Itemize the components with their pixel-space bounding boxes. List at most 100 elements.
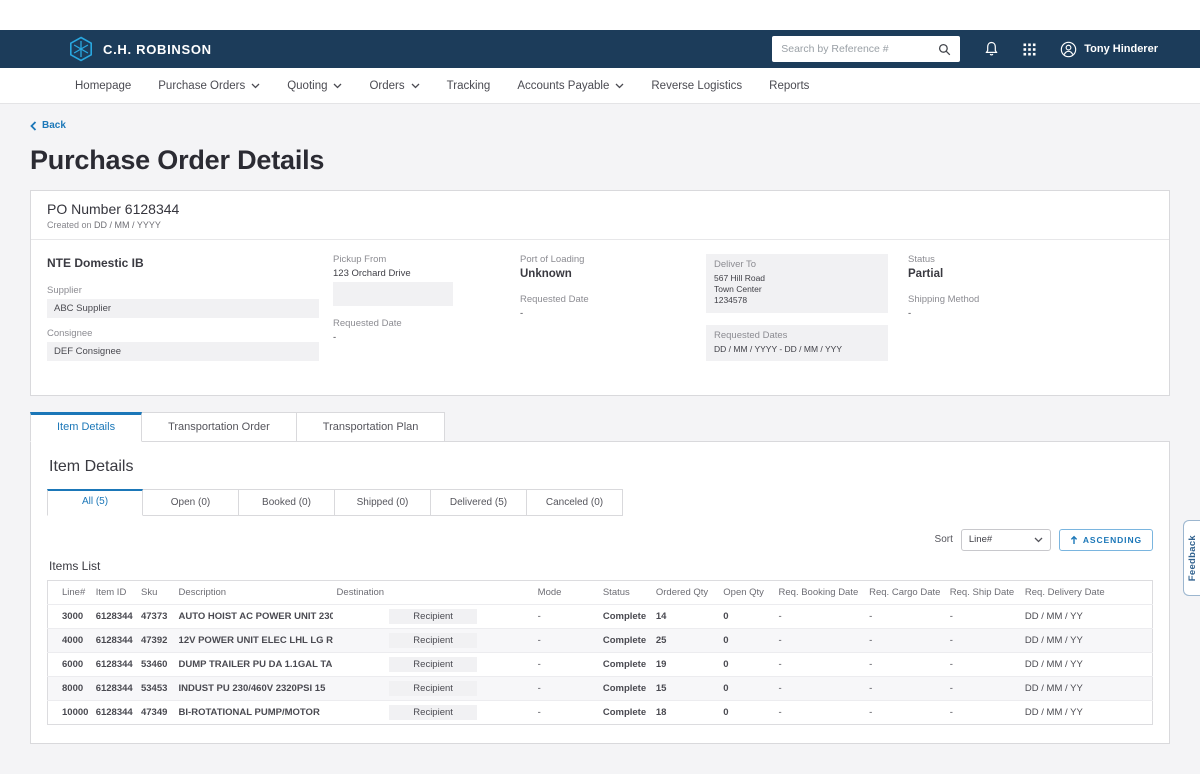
table-cell: - bbox=[534, 700, 599, 724]
table-cell: 6128344 bbox=[92, 676, 137, 700]
chevron-down-icon bbox=[615, 83, 624, 89]
table-cell: - bbox=[865, 604, 946, 628]
table-cell: AUTO HOIST AC POWER UNIT 230V bbox=[175, 604, 333, 628]
table-row: 6000612834453460DUMP TRAILER PU DA 1.1GA… bbox=[48, 652, 1153, 676]
table-cell: 3000 bbox=[48, 604, 92, 628]
filter-tab-open[interactable]: Open (0) bbox=[143, 489, 239, 516]
filter-tab-booked[interactable]: Booked (0) bbox=[239, 489, 335, 516]
filter-tab-canceled[interactable]: Canceled (0) bbox=[527, 489, 623, 516]
table-row: 8000612834453453INDUST PU 230/460V 2320P… bbox=[48, 676, 1153, 700]
nav-orders[interactable]: Orders bbox=[369, 80, 419, 92]
back-link[interactable]: Back bbox=[30, 120, 66, 131]
requested-dates-value: DD / MM / YYYY - DD / MM / YYY bbox=[714, 344, 880, 355]
status-filter-tabs: All (5) Open (0) Booked (0) Shipped (0) … bbox=[47, 489, 1153, 516]
pickup-from-value: 123 Orchard Drive bbox=[333, 268, 520, 279]
table-cell: 0 bbox=[719, 700, 774, 724]
pickup-requested-date-label: Requested Date bbox=[333, 318, 520, 329]
nav-quoting[interactable]: Quoting bbox=[287, 80, 342, 92]
shipping-method-label: Shipping Method bbox=[908, 294, 1153, 305]
table-cell: 15 bbox=[652, 676, 719, 700]
supplier-label: Supplier bbox=[47, 285, 333, 296]
search-icon[interactable] bbox=[938, 43, 951, 56]
table-cell: - bbox=[946, 676, 1021, 700]
table-cell: 6128344 bbox=[92, 652, 137, 676]
nav-reverse-logistics[interactable]: Reverse Logistics bbox=[651, 80, 742, 92]
table-cell: Complete bbox=[599, 604, 652, 628]
arrow-up-icon bbox=[1070, 535, 1078, 545]
table-cell: 0 bbox=[719, 652, 774, 676]
order-type: NTE Domestic IB bbox=[47, 256, 333, 270]
items-list-title: Items List bbox=[49, 559, 1153, 573]
pickup-requested-date-value: - bbox=[333, 332, 520, 343]
sort-select[interactable]: Line# bbox=[961, 529, 1051, 551]
table-cell: Complete bbox=[599, 676, 652, 700]
notifications-bell-icon[interactable] bbox=[984, 41, 999, 57]
chevron-down-icon bbox=[251, 83, 260, 89]
table-cell: - bbox=[946, 628, 1021, 652]
reference-search bbox=[772, 36, 960, 62]
column-header: Status bbox=[599, 580, 652, 604]
chevron-left-icon bbox=[30, 121, 37, 131]
nav-purchase-orders[interactable]: Purchase Orders bbox=[158, 80, 260, 92]
po-number: PO Number 6128344 bbox=[47, 201, 1153, 217]
po-created-on: Created on DD / MM / YYYY bbox=[47, 220, 1153, 230]
nav-tracking[interactable]: Tracking bbox=[447, 80, 491, 92]
table-cell: 18 bbox=[652, 700, 719, 724]
table-cell: DD / MM / YY bbox=[1021, 628, 1153, 652]
deliver-to-block: Deliver To 567 Hill Road Town Center 123… bbox=[706, 254, 888, 313]
table-cell: Complete bbox=[599, 652, 652, 676]
user-avatar-icon bbox=[1060, 41, 1077, 58]
column-header: Destination bbox=[333, 580, 534, 604]
po-pickup-column: Pickup From 123 Orchard Drive Requested … bbox=[333, 254, 520, 371]
search-input[interactable] bbox=[781, 43, 938, 55]
table-cell: 14 bbox=[652, 604, 719, 628]
status-value: Partial bbox=[908, 268, 1153, 280]
filter-tab-shipped[interactable]: Shipped (0) bbox=[335, 489, 431, 516]
sort-direction-button[interactable]: ASCENDING bbox=[1059, 529, 1153, 551]
nav-reports[interactable]: Reports bbox=[769, 80, 809, 92]
table-cell: 6128344 bbox=[92, 604, 137, 628]
consignee-label: Consignee bbox=[47, 328, 333, 339]
apps-grid-icon[interactable] bbox=[1023, 43, 1036, 56]
table-cell: 0 bbox=[719, 604, 774, 628]
table-cell: Recipient bbox=[333, 652, 534, 676]
table-cell: 12V POWER UNIT ELEC LHL LG RES bbox=[175, 628, 333, 652]
filter-tab-all[interactable]: All (5) bbox=[47, 489, 143, 516]
destination-value: Recipient bbox=[389, 657, 477, 672]
table-cell: - bbox=[534, 604, 599, 628]
po-status-column: Status Partial Shipping Method - bbox=[908, 254, 1153, 371]
chevron-down-icon bbox=[333, 83, 342, 89]
table-cell: 6128344 bbox=[92, 700, 137, 724]
user-menu[interactable]: Tony Hinderer bbox=[1060, 41, 1158, 58]
table-row: 3000612834447373AUTO HOIST AC POWER UNIT… bbox=[48, 604, 1153, 628]
tab-transportation-order[interactable]: Transportation Order bbox=[142, 412, 297, 442]
item-details-panel: Item Details All (5) Open (0) Booked (0)… bbox=[30, 441, 1170, 744]
column-header: Req. Delivery Date bbox=[1021, 580, 1153, 604]
detail-tabs: Item Details Transportation Order Transp… bbox=[30, 412, 1170, 442]
table-cell: DUMP TRAILER PU DA 1.1GAL TANK bbox=[175, 652, 333, 676]
tab-transportation-plan[interactable]: Transportation Plan bbox=[297, 412, 446, 442]
table-cell: - bbox=[865, 700, 946, 724]
table-cell: - bbox=[946, 652, 1021, 676]
filter-tab-delivered[interactable]: Delivered (5) bbox=[431, 489, 527, 516]
sort-selected-value: Line# bbox=[969, 534, 992, 545]
nav-homepage[interactable]: Homepage bbox=[75, 80, 131, 92]
feedback-button[interactable]: Feedback bbox=[1183, 520, 1200, 596]
table-cell: - bbox=[946, 604, 1021, 628]
table-cell: INDUST PU 230/460V 2320PSI 15 bbox=[175, 676, 333, 700]
table-cell: - bbox=[946, 700, 1021, 724]
table-cell: - bbox=[775, 676, 866, 700]
destination-value: Recipient bbox=[389, 681, 477, 696]
page-top-margin bbox=[0, 0, 1200, 30]
table-cell: 47392 bbox=[137, 628, 175, 652]
table-cell: DD / MM / YY bbox=[1021, 700, 1153, 724]
column-header: Req. Cargo Date bbox=[865, 580, 946, 604]
items-table-body: 3000612834447373AUTO HOIST AC POWER UNIT… bbox=[48, 604, 1153, 724]
table-cell: 47373 bbox=[137, 604, 175, 628]
destination-value: Recipient bbox=[389, 609, 477, 624]
nav-accounts-payable[interactable]: Accounts Payable bbox=[517, 80, 624, 92]
table-cell: 4000 bbox=[48, 628, 92, 652]
tab-item-details[interactable]: Item Details bbox=[30, 412, 142, 442]
destination-value: Recipient bbox=[389, 705, 477, 720]
column-header: Req. Ship Date bbox=[946, 580, 1021, 604]
